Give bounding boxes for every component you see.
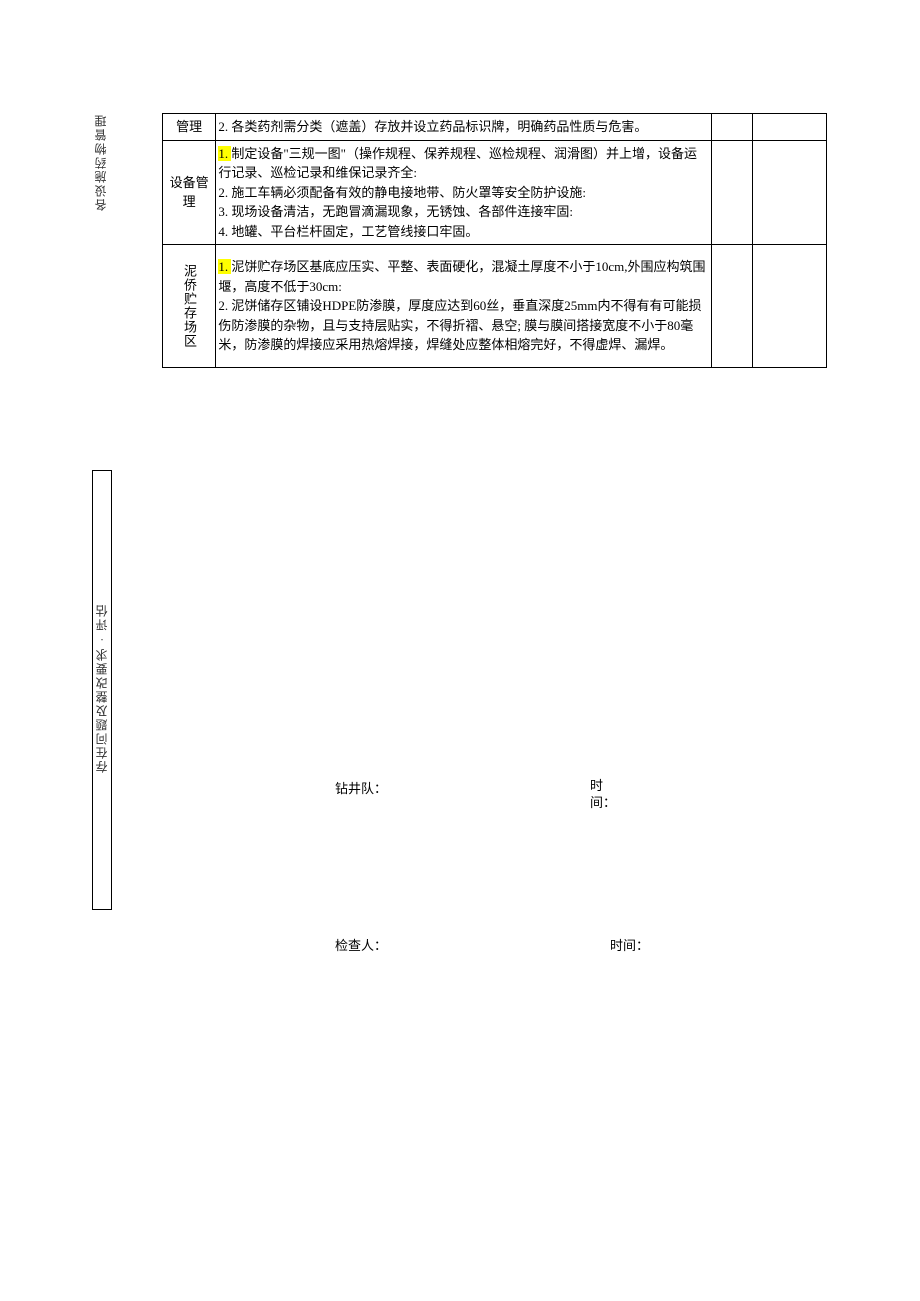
text-segment: 3. 现场设备清洁，无跑冒滴漏现象，无锈蚀、各部件连接牢固: xyxy=(218,204,573,219)
text-segment: 2. 施工车辆必须配备有效的静电接地带、防火罩等安全防护设施: xyxy=(218,185,586,200)
table-row: 泥侨贮存场区 1. 泥饼贮存场区基底应压实、平整、表面硬化，混凝土厚度不小于10… xyxy=(163,245,827,368)
cell-extra xyxy=(712,114,753,141)
time-label: 时间： xyxy=(610,935,649,954)
text-segment: 制定设备"三规一图"（操作规程、保养规程、巡检规程、润滑图）并上增，设备运行记录… xyxy=(218,146,697,181)
highlight: 1. xyxy=(218,146,231,161)
side-label-facilities: 各设施药物管理 xyxy=(92,113,108,211)
cell-sub-management: 管理 xyxy=(163,114,216,141)
cell-extra xyxy=(753,245,827,368)
team-label: 钻井队： xyxy=(335,778,387,797)
side-label-issues: 存在问题及整改要求·评估 xyxy=(92,470,112,910)
cell-cat-mudcake: 泥侨贮存场区 xyxy=(163,245,216,368)
inspector-label: 检查人： xyxy=(335,935,387,954)
highlight: 1. xyxy=(218,259,231,274)
text-segment: 泥饼贮存场区基底应压实、平整、表面硬化，混凝土厚度不小于10cm,外围应构筑围堰… xyxy=(218,259,705,294)
text-segment: 2. 泥饼储存区铺设HDPE防渗膜，厚度应达到60丝，垂直深度25mm内不得有有… xyxy=(218,298,701,352)
cell-extra xyxy=(712,140,753,245)
signature-row-team: 钻井队： 时间： xyxy=(335,778,735,797)
cell-sub-equipment: 设备管理 xyxy=(163,140,216,245)
signature-row-inspector: 检查人： 时间： xyxy=(335,935,735,954)
text-segment: 4. 地罐、平台栏杆固定，工艺管线接口牢固。 xyxy=(218,224,478,239)
cell-extra xyxy=(712,245,753,368)
cell-extra xyxy=(753,114,827,141)
inspection-table: 管理 2. 各类药剂需分类（遮盖）存放并设立药品标识牌，明确药品性质与危害。 设… xyxy=(162,113,827,368)
cell-content-equipment: 1. 制定设备"三规一图"（操作规程、保养规程、巡检规程、润滑图）并上增，设备运… xyxy=(216,140,712,245)
table-row: 管理 2. 各类药剂需分类（遮盖）存放并设立药品标识牌，明确药品性质与危害。 xyxy=(163,114,827,141)
cell-content-mudcake: 1. 泥饼贮存场区基底应压实、平整、表面硬化，混凝土厚度不小于10cm,外围应构… xyxy=(216,245,712,368)
time-label: 时间： xyxy=(590,778,610,812)
table-row: 设备管理 1. 制定设备"三规一图"（操作规程、保养规程、巡检规程、润滑图）并上… xyxy=(163,140,827,245)
cell-extra xyxy=(753,140,827,245)
cell-content-management: 2. 各类药剂需分类（遮盖）存放并设立药品标识牌，明确药品性质与危害。 xyxy=(216,114,712,141)
